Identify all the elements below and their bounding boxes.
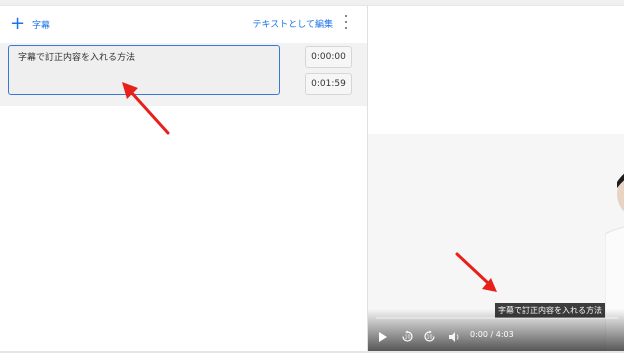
add-subtitle-label: 字幕 bbox=[32, 20, 51, 31]
subtitle-row: 字幕で訂正内容を入れる方法 0:00:00 0:01:59 bbox=[0, 43, 367, 106]
progress-bar[interactable] bbox=[376, 317, 618, 319]
subtitle-text-field[interactable]: 字幕で訂正内容を入れる方法 bbox=[8, 45, 280, 95]
volume-icon[interactable] bbox=[448, 331, 461, 343]
add-subtitle-button[interactable]: + 字幕 bbox=[10, 14, 50, 34]
video-preview-panel: 字幕で訂正内容を入れる方法 10 10 0:00 bbox=[368, 6, 624, 351]
play-icon[interactable] bbox=[378, 331, 388, 343]
end-time-field[interactable]: 0:01:59 bbox=[305, 73, 352, 95]
svg-text:10: 10 bbox=[404, 335, 410, 341]
video-player[interactable]: 字幕で訂正内容を入れる方法 10 10 0:00 bbox=[368, 134, 624, 351]
forward-10-icon[interactable]: 10 bbox=[423, 330, 436, 343]
more-vert-icon[interactable] bbox=[342, 15, 350, 29]
subtitle-editor-panel: + 字幕 テキストとして編集 字幕で訂正内容を入れる方法 0:00:00 0:0… bbox=[0, 6, 367, 351]
edit-as-text-button[interactable]: テキストとして編集 bbox=[253, 17, 333, 30]
time-display: 0:00 / 4:03 bbox=[470, 330, 514, 339]
plus-icon: + bbox=[10, 13, 26, 34]
rewind-10-icon[interactable]: 10 bbox=[401, 330, 414, 343]
player-controls: 10 10 0:00 / 4:03 bbox=[368, 309, 624, 351]
svg-text:10: 10 bbox=[426, 335, 432, 341]
start-time-field[interactable]: 0:00:00 bbox=[305, 46, 352, 68]
editor-header: + 字幕 テキストとして編集 bbox=[0, 6, 367, 42]
